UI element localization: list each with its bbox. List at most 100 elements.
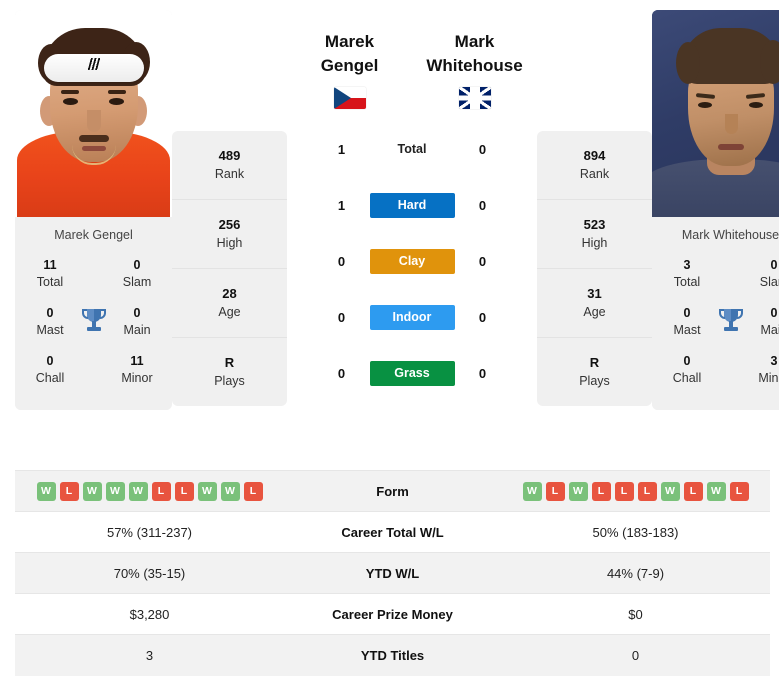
comparison-header: Marek Gengel 11 Total 0 Slam 0 Mast 0 Ma… — [0, 0, 779, 470]
right-player-lastname: Whitehouse — [426, 56, 523, 75]
form-badge-win[interactable]: W — [706, 481, 726, 501]
stats-label-form: Form — [284, 470, 501, 512]
left-player-panel: Marek Gengel 11 Total 0 Slam 0 Mast 0 Ma… — [15, 10, 172, 410]
form-badge-loss[interactable]: L — [59, 481, 79, 501]
surface-badge-hard[interactable]: Hard — [369, 192, 455, 218]
czech-flag — [333, 87, 366, 109]
left-titles-minor-label: Minor — [121, 371, 153, 385]
form-badge-loss[interactable]: L — [637, 481, 657, 501]
right-titles-slam: 0 Slam — [749, 257, 779, 291]
left-titles-mast-label: Mast — [36, 323, 64, 337]
right-titles-mast: 0 Mast — [662, 305, 712, 339]
left-titles-total-value: 11 — [43, 258, 57, 272]
form-badge-win[interactable]: W — [36, 481, 56, 501]
right-titles-minor: 3 Minor — [749, 353, 779, 387]
form-badge-win[interactable]: W — [220, 481, 240, 501]
stats-label-ytd_wl: YTD W/L — [284, 552, 501, 594]
stats-label-ytd_titles: YTD Titles — [284, 634, 501, 676]
right-spec-age-value: 31 — [587, 286, 602, 301]
form-badge-loss[interactable]: L — [151, 481, 171, 501]
left-titles-chall: 0 Chall — [25, 353, 75, 387]
right-spec-age: 31 Age — [537, 269, 652, 338]
right-player-caption: Mark Whitehouse — [652, 217, 779, 252]
form-badge-win[interactable]: W — [522, 481, 542, 501]
left-titles-grid: 11 Total 0 Slam 0 Mast 0 Main 0 Chall 11… — [15, 252, 172, 410]
left-titles-total-label: Total — [36, 275, 64, 289]
h2h-row-total: 1 Total 0 — [287, 121, 537, 177]
left-titles-chall-value: 0 — [46, 354, 54, 368]
left-prize_money-cell: $3,280 — [15, 593, 284, 635]
left-ytd_titles-cell: 3 — [15, 634, 284, 676]
left-spec-rank-label: Rank — [214, 167, 245, 181]
head-to-head-rows: 1 Total 0 1 Hard 0 0 Clay 0 0 Indoor 0 0 Grass 0 — [287, 121, 537, 401]
form-badge-loss[interactable]: L — [591, 481, 611, 501]
right-titles-minor-value: 3 — [770, 354, 778, 368]
form-badge-win[interactable]: W — [660, 481, 680, 501]
left-player-caption: Marek Gengel — [15, 217, 172, 252]
left-player-lastname: Gengel — [320, 56, 379, 75]
right-ytd_titles-cell: 0 — [501, 634, 770, 676]
left-titles-total: 11 Total — [25, 257, 75, 291]
form-badge-win[interactable]: W — [105, 481, 125, 501]
right-spec-rank: 894 Rank — [537, 131, 652, 200]
form-badge-win[interactable]: W — [568, 481, 588, 501]
h2h-left-score-indoor: 0 — [337, 309, 346, 325]
left-titles-minor-value: 11 — [130, 354, 144, 368]
form-badge-loss[interactable]: L — [729, 481, 749, 501]
left-player-photo — [15, 10, 172, 217]
form-badge-loss[interactable]: L — [683, 481, 703, 501]
h2h-right-score-total: 0 — [478, 141, 487, 157]
form-badge-win[interactable]: W — [128, 481, 148, 501]
left-spec-high-label: High — [216, 236, 243, 250]
h2h-right-score-clay: 0 — [478, 253, 487, 269]
left-titles-slam-label: Slam — [122, 275, 152, 289]
right-titles-chall: 0 Chall — [662, 353, 712, 387]
left-spec-rank-value: 489 — [218, 148, 241, 163]
left-spec-card: 489 Rank 256 High 28 Age R Plays — [172, 131, 287, 406]
right-player-photo — [652, 10, 779, 217]
stats-row-form: W L W W W L L W W L Form W L W L L L W L W L — [15, 470, 770, 512]
h2h-label-total: Total — [397, 142, 427, 156]
stats-label-career_wl: Career Total W/L — [284, 511, 501, 553]
right-titles-total-label: Total — [673, 275, 701, 289]
form-badge-loss[interactable]: L — [243, 481, 263, 501]
surface-badge-grass[interactable]: Grass — [369, 360, 455, 386]
stats-row-prize_money: $3,280 Career Prize Money $0 — [15, 593, 770, 635]
left-form-badges: WLWWWLLWWL — [16, 481, 283, 501]
stats-row-ytd_titles: 3 YTD Titles 0 — [15, 634, 770, 676]
right-form-badges: WLWLLLWLWL — [502, 481, 769, 501]
stats-row-career_wl: 57% (311-237) Career Total W/L 50% (183-18… — [15, 511, 770, 553]
h2h-left-score-hard: 1 — [337, 197, 346, 213]
h2h-left-score-clay: 0 — [337, 253, 346, 269]
form-badge-loss[interactable]: L — [174, 481, 194, 501]
right-player-firstname: Mark — [454, 32, 495, 51]
left-spec-age: 28 Age — [172, 269, 287, 338]
left-titles-slam-value: 0 — [133, 258, 141, 272]
form-badge-loss[interactable]: L — [614, 481, 634, 501]
stats-row-ytd_wl: 70% (35-15) YTD W/L 44% (7-9) — [15, 552, 770, 594]
h2h-row-grass: 0 Grass 0 — [287, 345, 537, 401]
right-spec-plays: R Plays — [537, 338, 652, 406]
h2h-right-score-grass: 0 — [478, 365, 487, 381]
right-spec-rank-value: 894 — [583, 148, 606, 163]
form-badge-win[interactable]: W — [197, 481, 217, 501]
left-spec-plays-label: Plays — [214, 374, 245, 388]
left-titles-slam: 0 Slam — [112, 257, 162, 291]
right-ytd_wl-cell: 44% (7-9) — [501, 552, 770, 594]
left-spec-high: 256 High — [172, 200, 287, 269]
left-titles-main-value: 0 — [133, 306, 141, 320]
left-titles-main-label: Main — [123, 323, 151, 337]
form-badge-win[interactable]: W — [82, 481, 102, 501]
right-titles-mast-value: 0 — [683, 306, 691, 320]
right-spec-age-label: Age — [583, 305, 606, 319]
surface-badge-clay[interactable]: Clay — [369, 248, 455, 274]
h2h-right-score-hard: 0 — [478, 197, 487, 213]
surface-badge-indoor[interactable]: Indoor — [369, 304, 455, 330]
left-career_wl-cell: 57% (311-237) — [15, 511, 284, 553]
left-spec-plays: R Plays — [172, 338, 287, 406]
right-spec-rank-label: Rank — [579, 167, 610, 181]
form-badge-loss[interactable]: L — [545, 481, 565, 501]
player-names-row: Marek Gengel Mark Whitehouse — [287, 30, 537, 109]
right-titles-total: 3 Total — [662, 257, 712, 291]
left-titles-main: 0 Main — [112, 305, 162, 339]
